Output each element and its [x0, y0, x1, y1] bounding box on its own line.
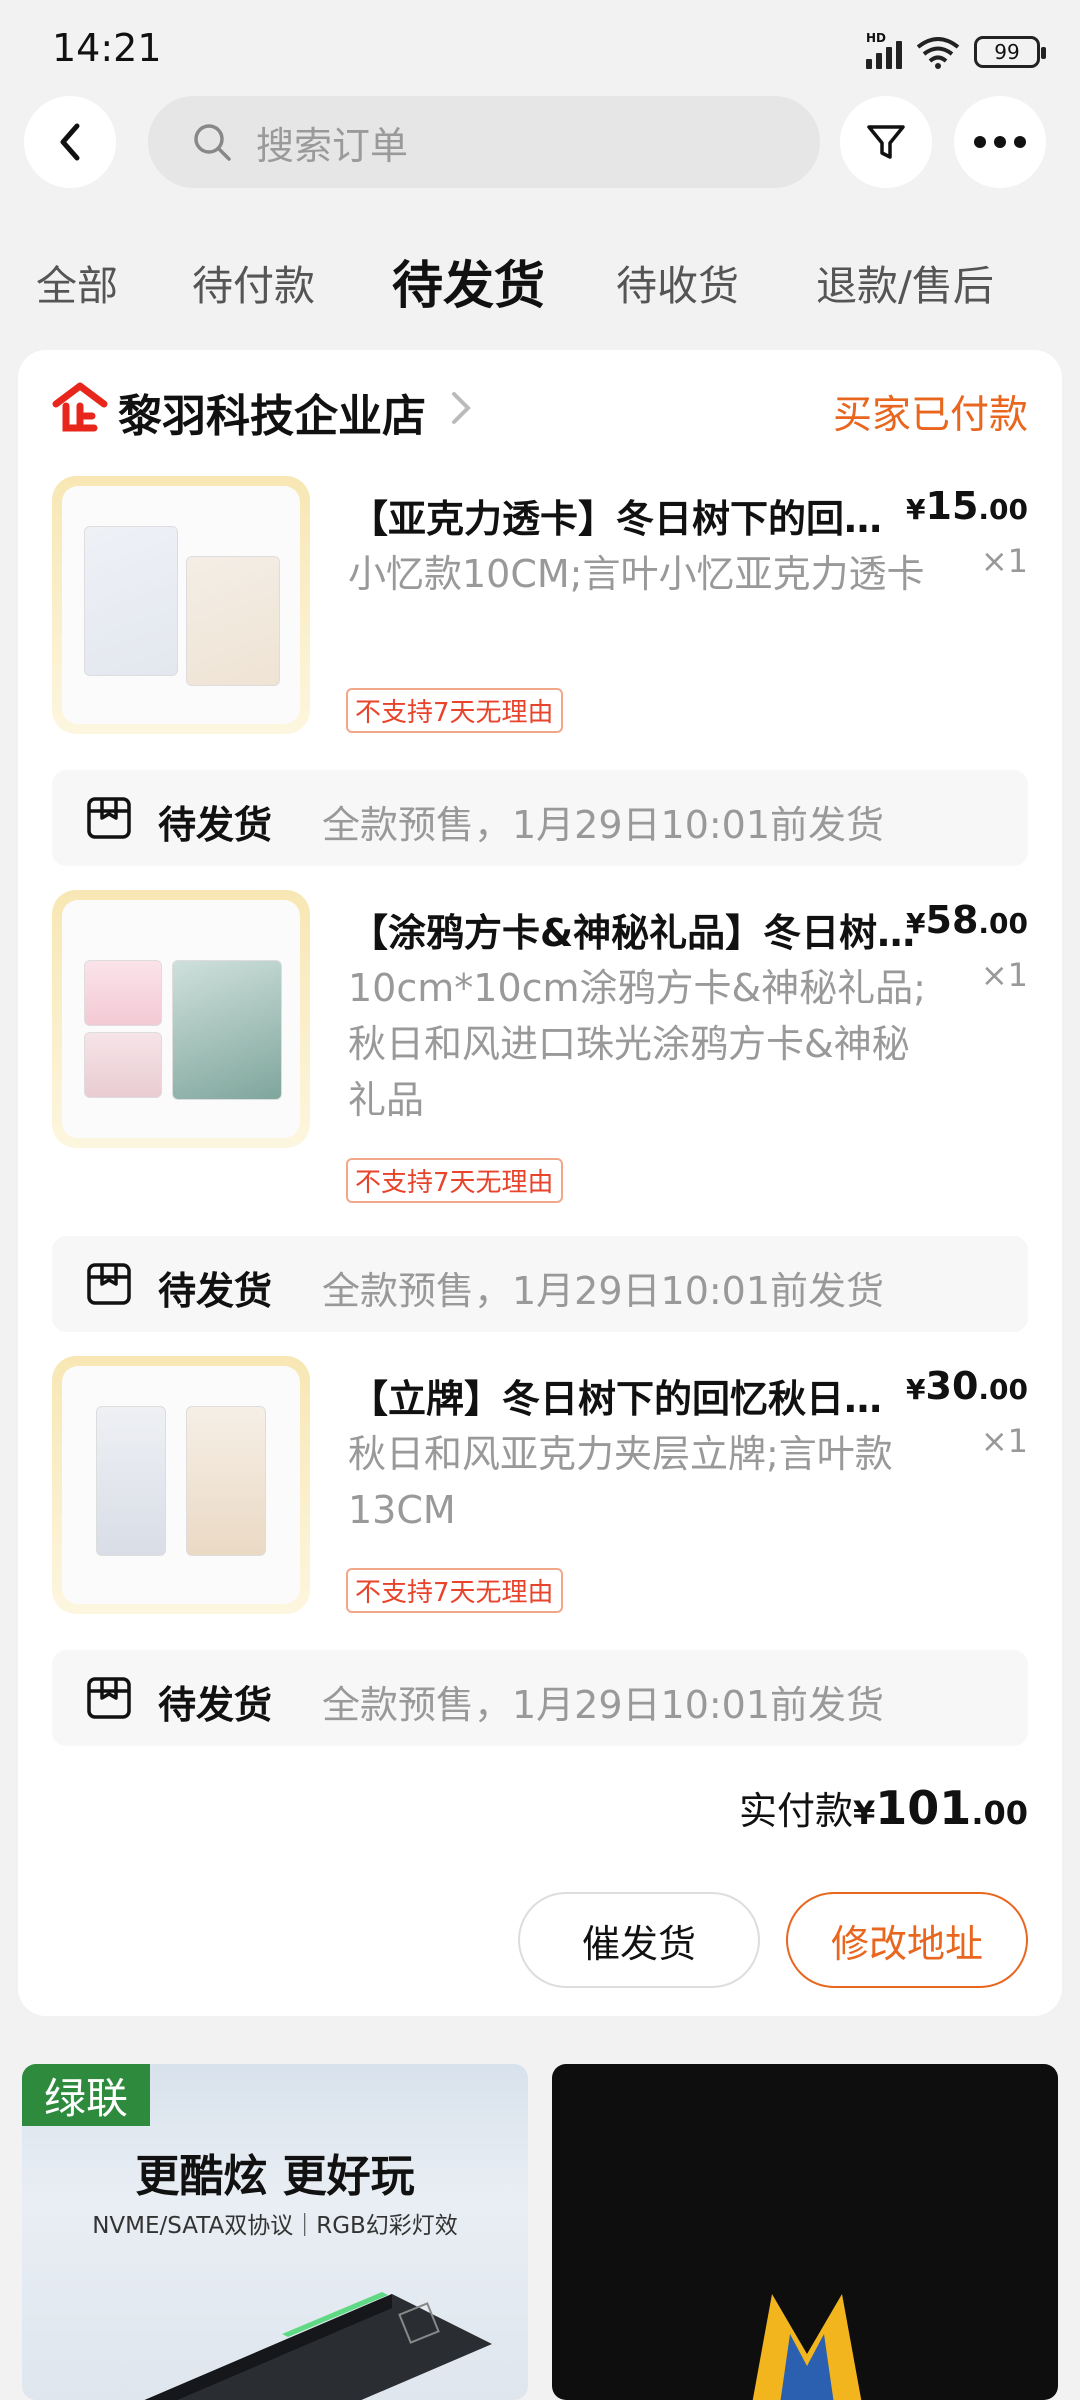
return-policy-tag: 不支持7天无理由 [346, 1568, 563, 1613]
more-dots-icon [974, 136, 1026, 148]
top-bar: 搜索订单 [0, 96, 1080, 192]
back-button[interactable] [24, 96, 116, 188]
product-spec: 秋日和风亚克力夹层立牌;言叶款13CM [348, 1432, 893, 1532]
wifi-icon [916, 37, 960, 69]
shipment-note: 全款预售，1月29日10:01前发货 [322, 1269, 885, 1313]
status-bar: 14:21 HD 99 [0, 0, 1080, 96]
ssd-enclosure-image [144, 2292, 492, 2400]
shipment-label: 待发货 [158, 803, 273, 847]
order-item[interactable]: 【立牌】冬日树下的回忆秋日和风亚克力立牌 秋日和风亚克力夹层立牌;言叶款13CM… [18, 1356, 1062, 1616]
shipment-status-row[interactable]: 待发货 全款预售，1月29日10:01前发货 [52, 1236, 1028, 1332]
product-quantity: ×1 [980, 542, 1028, 580]
status-icons: HD 99 [866, 31, 1046, 72]
tab-refund-aftersale[interactable]: 退款/售后 [816, 252, 994, 312]
recommendation-card[interactable]: 绿联 更酷炫 更好玩 NVME/SATA双协议｜RGB幻彩灯效 [22, 2064, 528, 2400]
battery-icon: 99 [974, 36, 1046, 68]
tab-pending-payment[interactable]: 待付款 [192, 252, 315, 312]
order-card: 黎羽科技企业店 买家已付款 【亚克力透卡】冬日树下的回忆言叶小忆亚克力透卡 小忆… [18, 350, 1062, 2016]
filter-button[interactable] [840, 96, 932, 188]
package-icon [87, 797, 131, 839]
product-image[interactable] [52, 476, 310, 734]
ad-headline: 更酷炫 更好玩 [135, 2151, 415, 2202]
product-spec: 10cm*10cm涂鸦方卡&神秘礼品;秋日和风进口珠光涂鸦方卡&神秘礼品 [348, 966, 926, 1122]
return-policy-tag: 不支持7天无理由 [346, 1158, 563, 1203]
product-image[interactable] [52, 1356, 310, 1614]
tab-pending-shipment[interactable]: 待发货 [392, 244, 545, 318]
package-icon [87, 1677, 131, 1719]
shipment-label: 待发货 [158, 1683, 273, 1727]
return-policy-tag: 不支持7天无理由 [346, 688, 563, 733]
change-address-button[interactable]: 修改地址 [786, 1892, 1028, 1988]
product-title[interactable]: 【涂鸦方卡&神秘礼品】冬日树下的回忆 [350, 902, 920, 957]
product-price: ¥30.00 [906, 1364, 1028, 1408]
filter-icon [867, 125, 905, 159]
brand-badge: 绿联 [22, 2064, 150, 2126]
mascot-image [752, 2294, 862, 2400]
shipment-note: 全款预售，1月29日10:01前发货 [322, 803, 885, 847]
total-amount: 101 [875, 1781, 972, 1835]
shipment-status-row[interactable]: 待发货 全款预售，1月29日10:01前发货 [52, 1650, 1028, 1746]
order-status: 买家已付款 [832, 393, 1028, 438]
search-placeholder: 搜索订单 [256, 123, 409, 168]
order-tabs: 全部 待付款 待发货 待收货 退款/售后 [0, 230, 1080, 330]
order-item[interactable]: 【亚克力透卡】冬日树下的回忆言叶小忆亚克力透卡 小忆款10CM;言叶小忆亚克力透… [18, 476, 1062, 736]
shipment-label: 待发货 [158, 1269, 273, 1313]
shop-row[interactable]: 黎羽科技企业店 买家已付款 [18, 350, 1062, 470]
urge-shipment-button[interactable]: 催发货 [518, 1892, 760, 1988]
shipment-status-row[interactable]: 待发货 全款预售，1月29日10:01前发货 [52, 770, 1028, 866]
search-input[interactable]: 搜索订单 [148, 96, 820, 188]
order-item[interactable]: 【涂鸦方卡&神秘礼品】冬日树下的回忆 10cm*10cm涂鸦方卡&神秘礼品;秋日… [18, 890, 1062, 1203]
product-title[interactable]: 【亚克力透卡】冬日树下的回忆言叶小忆亚克力透卡 [350, 488, 920, 543]
ad-subline: NVME/SATA双协议｜RGB幻彩灯效 [92, 2213, 458, 2239]
product-title[interactable]: 【立牌】冬日树下的回忆秋日和风亚克力立牌 [350, 1368, 920, 1423]
tab-pending-receipt[interactable]: 待收货 [616, 252, 739, 312]
status-time: 14:21 [52, 26, 162, 70]
product-price: ¥58.00 [906, 898, 1028, 942]
chevron-right-icon [452, 392, 471, 424]
search-icon [190, 120, 234, 164]
product-image[interactable] [52, 890, 310, 1148]
shop-name[interactable]: 黎羽科技企业店 [118, 380, 426, 444]
product-price: ¥15.00 [906, 484, 1028, 528]
order-total: 实付款¥101.00 [739, 1781, 1028, 1835]
product-quantity: ×1 [980, 956, 1028, 994]
total-label: 实付款 [739, 1789, 854, 1833]
package-icon [87, 1263, 131, 1305]
recommendation-card[interactable] [552, 2064, 1058, 2400]
tab-all[interactable]: 全部 [36, 252, 118, 312]
shipment-note: 全款预售，1月29日10:01前发货 [322, 1683, 885, 1727]
product-quantity: ×1 [980, 1422, 1028, 1460]
hd-signal-icon: HD [866, 31, 902, 69]
more-button[interactable] [954, 96, 1046, 188]
enterprise-shop-icon [52, 382, 108, 432]
product-spec: 小忆款10CM;言叶小忆亚克力透卡 [348, 552, 925, 596]
chevron-left-icon [60, 123, 80, 161]
